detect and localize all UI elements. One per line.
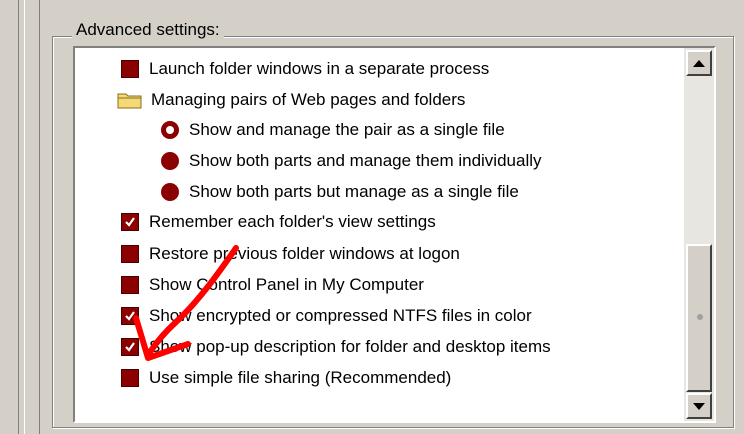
checkbox[interactable]: [121, 245, 139, 263]
list-item[interactable]: Show Control Panel in My Computer: [121, 270, 424, 300]
list-item[interactable]: Show encrypted or compressed NTFS files …: [121, 301, 532, 331]
item-label: Show both parts but manage as a single f…: [189, 182, 519, 201]
checkbox[interactable]: [121, 338, 139, 356]
checkbox[interactable]: [121, 307, 139, 325]
list-item[interactable]: Remember each folder's view settings: [121, 207, 436, 237]
item-label: Show and manage the pair as a single fil…: [189, 120, 505, 139]
group-label: Advanced settings:: [72, 20, 224, 40]
item-label: Show encrypted or compressed NTFS files …: [149, 306, 532, 325]
list-item[interactable]: Show pop-up description for folder and d…: [121, 332, 551, 362]
grip-icon: [697, 314, 703, 320]
scroll-down-button[interactable]: [686, 393, 712, 419]
list-item[interactable]: Show both parts but manage as a single f…: [161, 177, 519, 207]
item-label: Restore previous folder windows at logon: [149, 244, 460, 263]
checkbox[interactable]: [121, 369, 139, 387]
list-item[interactable]: Restore previous folder windows at logon: [121, 239, 460, 269]
list-item[interactable]: Launch folder windows in a separate proc…: [121, 54, 489, 84]
item-label: Show pop-up description for folder and d…: [149, 337, 551, 356]
checkbox[interactable]: [121, 276, 139, 294]
list-item[interactable]: Show and manage the pair as a single fil…: [161, 115, 505, 145]
arrow-down-icon: [693, 402, 705, 410]
advanced-settings-list[interactable]: Launch folder windows in a separate proc…: [73, 46, 716, 423]
vertical-scrollbar[interactable]: [684, 48, 714, 421]
list-item[interactable]: Show both parts and manage them individu…: [161, 146, 542, 176]
checkmark-icon: [125, 217, 135, 227]
list-item: Managing pairs of Web pages and folders: [117, 85, 465, 115]
checkbox[interactable]: [121, 60, 139, 78]
item-label: Show both parts and manage them individu…: [189, 151, 542, 170]
item-label: Show Control Panel in My Computer: [149, 275, 424, 294]
item-label: Managing pairs of Web pages and folders: [151, 90, 466, 109]
radio-button[interactable]: [161, 152, 179, 170]
window-left-border-inner: [24, 0, 40, 434]
folder-icon: [117, 90, 143, 110]
radio-button[interactable]: [161, 121, 179, 139]
list-item[interactable]: Use simple file sharing (Recommended): [121, 363, 451, 393]
checkmark-icon: [125, 342, 135, 352]
checkmark-icon: [125, 311, 135, 321]
scroll-thumb[interactable]: [686, 244, 712, 392]
scroll-up-button[interactable]: [686, 50, 712, 76]
radio-button[interactable]: [161, 183, 179, 201]
checkbox[interactable]: [121, 213, 139, 231]
window-left-border: [0, 0, 19, 434]
arrow-up-icon: [693, 59, 705, 67]
item-label: Launch folder windows in a separate proc…: [149, 59, 490, 78]
item-label: Use simple file sharing (Recommended): [149, 368, 452, 387]
item-label: Remember each folder's view settings: [149, 212, 436, 231]
